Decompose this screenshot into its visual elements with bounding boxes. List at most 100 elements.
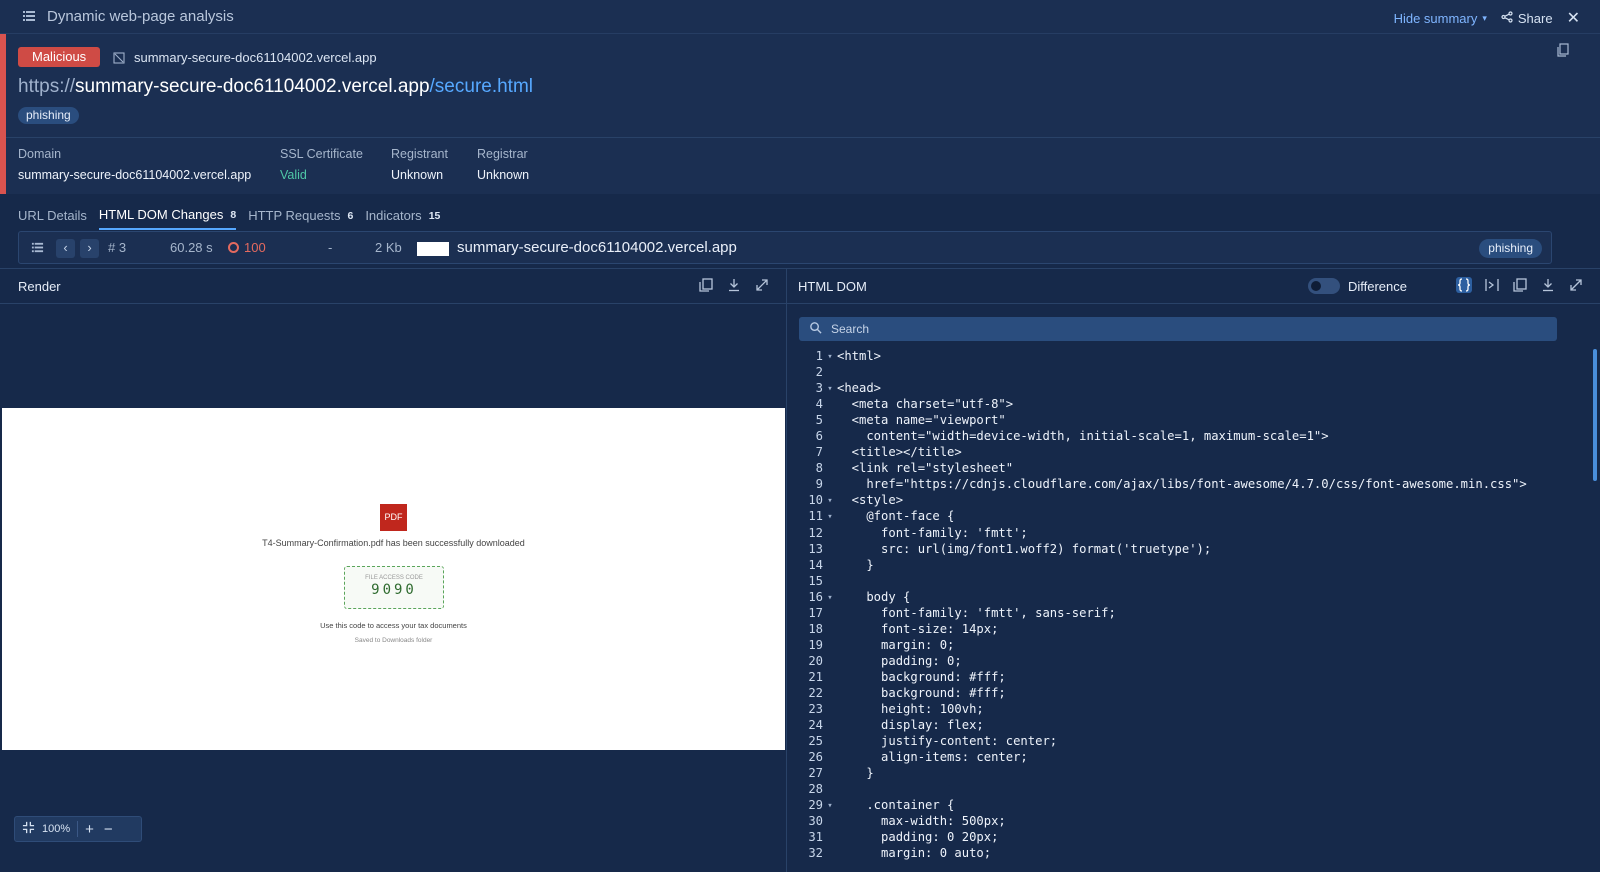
menu-icon[interactable] (22, 9, 36, 23)
copy-icon[interactable] (1512, 277, 1528, 293)
fold-toggle-icon (823, 413, 837, 429)
line-number: 18 (808, 621, 823, 636)
page-thumbnail[interactable] (417, 242, 449, 256)
list-icon[interactable] (31, 241, 44, 259)
zoom-out-icon[interactable]: − (101, 821, 120, 838)
window-title: Dynamic web-page analysis (47, 8, 234, 25)
tab-html-dom-changes[interactable]: HTML DOM Changes 8 (98, 207, 237, 230)
code-line: 22 background: #fff; (787, 686, 1557, 702)
registrant-field: Registrant Unknown (391, 147, 448, 182)
fold-toggle-icon[interactable]: ▾ (823, 493, 837, 509)
page-render-canvas: PDF T4-Summary-Confirmation.pdf has been… (2, 408, 785, 750)
code-line: 28 (787, 782, 1557, 798)
tab-http-requests[interactable]: HTTP Requests 6 (248, 207, 353, 230)
code-text: padding: 0; (837, 653, 962, 668)
change-index: # 3 (108, 240, 127, 255)
expand-icon[interactable] (1568, 277, 1584, 293)
code-text: background: #fff; (837, 685, 1006, 700)
difference-label: Difference (1347, 278, 1407, 294)
code-text: @font-face { (837, 509, 955, 524)
code-line: 30 max-width: 500px; (787, 814, 1557, 830)
ssl-label: SSL Certificate (280, 147, 363, 161)
word-wrap-icon[interactable] (1484, 277, 1500, 293)
expand-icon[interactable] (754, 277, 770, 293)
summary-host: summary-secure-doc61104002.vercel.app (134, 50, 377, 65)
fold-toggle-icon (823, 654, 837, 670)
change-tag[interactable]: phishing (1479, 239, 1542, 258)
dom-code-view[interactable]: 1 ▾ <html> 2 3 ▾ <head> 4 <meta charset="utf-8"… (787, 349, 1557, 872)
code-text: margin: 0; (837, 637, 955, 652)
line-number: 8 (815, 461, 823, 476)
code-text: <link rel="stylesheet" (837, 461, 1014, 476)
code-format-icon[interactable] (1456, 277, 1472, 293)
fit-screen-icon[interactable] (15, 821, 42, 837)
share-button[interactable]: Share (1501, 11, 1553, 26)
download-icon[interactable] (726, 277, 742, 293)
fold-toggle-icon[interactable]: ▾ (823, 509, 837, 525)
code-text: height: 100vh; (837, 702, 984, 717)
code-scrollbar[interactable] (1593, 349, 1597, 481)
chevron-down-icon: ▾ (1482, 12, 1487, 23)
verdict-color-bar (0, 34, 6, 194)
code-text: <style> (837, 493, 904, 508)
download-icon[interactable] (1540, 277, 1556, 293)
hide-summary-button[interactable]: Hide summary ▾ (1394, 11, 1487, 26)
fold-toggle-icon[interactable]: ▾ (823, 381, 837, 397)
fold-toggle-icon[interactable]: ▾ (823, 349, 837, 365)
next-button[interactable]: › (80, 239, 99, 258)
tab-url-details[interactable]: URL Details (18, 207, 87, 230)
code-text: align-items: center; (837, 750, 1028, 765)
zoom-level: 100% (42, 823, 71, 835)
zoom-in-icon[interactable]: + (78, 821, 101, 838)
code-line: 6 content="width=device-width, initial-s… (787, 429, 1557, 445)
threat-tag[interactable]: phishing (18, 107, 79, 124)
fold-toggle-icon (823, 670, 837, 686)
line-number: 24 (808, 718, 823, 733)
code-line: 24 display: flex; (787, 718, 1557, 734)
code-text: justify-content: center; (837, 734, 1058, 749)
code-line: 29 ▾ .container { (787, 798, 1557, 814)
fold-toggle-icon (823, 397, 837, 413)
previous-button[interactable]: ‹ (56, 239, 75, 258)
fold-toggle-icon (823, 782, 837, 798)
line-number: 32 (808, 846, 823, 861)
tab-count: 6 (347, 209, 354, 222)
fold-toggle-icon (823, 830, 837, 846)
code-line: 4 <meta charset="utf-8"> (787, 397, 1557, 413)
fold-toggle-icon (823, 766, 837, 782)
fold-toggle-icon (823, 542, 837, 558)
fold-toggle-icon (823, 734, 837, 750)
access-code-value: 9090 (371, 582, 417, 598)
close-icon[interactable]: ✕ (1567, 8, 1580, 28)
code-line: 23 height: 100vh; (787, 702, 1557, 718)
code-text: body { (837, 589, 911, 604)
code-text: padding: 0 20px; (837, 830, 999, 845)
line-number: 1 (815, 349, 823, 363)
copy-icon[interactable] (1556, 43, 1570, 57)
tab-count: 8 (230, 208, 237, 221)
dom-search-input[interactable] (831, 317, 1531, 341)
score-ring-icon (228, 242, 239, 253)
dom-search-bar (799, 317, 1557, 341)
line-number: 4 (815, 397, 823, 412)
domain-label: Domain (18, 147, 62, 161)
fold-toggle-icon (823, 526, 837, 542)
code-line: 15 (787, 574, 1557, 590)
fold-toggle-icon (823, 606, 837, 622)
line-number: 23 (808, 702, 823, 717)
analyzed-url[interactable]: https://summary-secure-doc61104002.verce… (18, 76, 533, 98)
registrant-label: Registrant (391, 147, 448, 161)
fold-toggle-icon[interactable]: ▾ (823, 798, 837, 814)
download-message: T4-Summary-Confirmation.pdf has been suc… (262, 538, 525, 548)
difference-toggle[interactable] (1307, 278, 1340, 294)
tab-indicators[interactable]: Indicators 15 (365, 207, 440, 230)
line-number: 5 (815, 413, 823, 428)
fold-toggle-icon (823, 461, 837, 477)
url-host: summary-secure-doc61104002.vercel.app (75, 76, 430, 97)
line-number: 2 (815, 365, 823, 380)
code-text: content="width=device-width, initial-sca… (837, 429, 1329, 444)
fold-toggle-icon[interactable]: ▾ (823, 590, 837, 606)
copy-icon[interactable] (698, 277, 714, 293)
url-path: /secure.html (429, 76, 534, 97)
line-number: 31 (808, 830, 823, 845)
